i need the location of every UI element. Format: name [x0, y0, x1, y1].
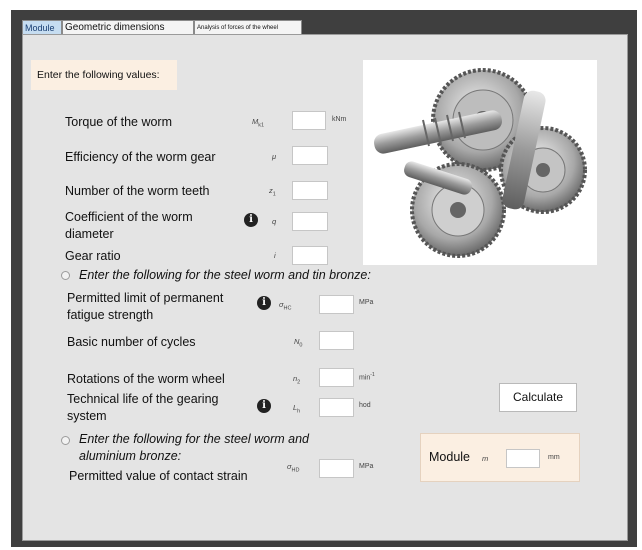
contact-strain-label: Permitted value of contact strain: [69, 469, 248, 483]
life-symbol: Lh: [293, 403, 301, 415]
rotations-input[interactable]: [319, 368, 354, 387]
aluminium-bronze-option-label-line1: Enter the following for the steel worm a…: [79, 432, 309, 446]
calculate-button[interactable]: Calculate: [499, 383, 577, 412]
module-result-output[interactable]: [506, 449, 540, 468]
fatigue-input[interactable]: [319, 295, 354, 314]
rotations-label: Rotations of the worm wheel: [67, 372, 225, 386]
efficiency-label: Efficiency of the worm gear: [65, 150, 216, 164]
efficiency-symbol: μ: [272, 152, 277, 161]
gear-ratio-symbol: i: [274, 251, 276, 260]
module-result-symbol: m: [482, 454, 489, 463]
tab-analysis-of-forces[interactable]: Analysis of forces of the wheel: [194, 20, 302, 34]
gear-ratio-input[interactable]: [292, 246, 328, 265]
module-result-label: Module: [429, 450, 470, 464]
aluminium-bronze-radio[interactable]: [61, 436, 70, 445]
contact-strain-input[interactable]: [319, 459, 354, 478]
module-panel: Enter the following values: Torque of th…: [22, 34, 628, 541]
cycles-symbol: N0: [294, 337, 303, 349]
worm-gear-illustration: [374, 68, 587, 258]
module-result-unit: mm: [548, 454, 560, 461]
tab-module[interactable]: Module: [22, 20, 62, 34]
teeth-symbol: z1: [269, 186, 276, 198]
teeth-label: Number of the worm teeth: [65, 184, 210, 198]
tin-bronze-option-label: Enter the following for the steel worm a…: [79, 268, 371, 282]
fatigue-label: Permitted limit of permanent fatigue str…: [67, 291, 224, 322]
cycles-input[interactable]: [319, 331, 354, 350]
life-label: Technical life of the gearing system: [67, 392, 219, 423]
torque-symbol: Mk1: [252, 117, 265, 129]
coefficient-info-icon[interactable]: i: [244, 213, 258, 227]
life-input[interactable]: [319, 398, 354, 417]
cycles-label: Basic number of cycles: [67, 335, 196, 349]
tab-bar: Module Geometric dimensions Analysis of …: [22, 20, 302, 34]
tab-geometric-dimensions[interactable]: Geometric dimensions: [62, 20, 194, 34]
life-unit: hod: [359, 402, 371, 409]
coefficient-symbol: q: [272, 217, 277, 226]
worm-gear-image: [363, 60, 597, 265]
tin-bronze-radio[interactable]: [61, 271, 70, 280]
module-result-box: Module m mm: [420, 433, 580, 482]
torque-label: Torque of the worm: [65, 115, 172, 129]
aluminium-bronze-option-label-line2: aluminium bronze:: [79, 449, 182, 463]
gear-ratio-label: Gear ratio: [65, 249, 121, 263]
coefficient-label: Coefficient of the worm diameter: [65, 210, 193, 241]
coefficient-input[interactable]: [292, 212, 328, 231]
fatigue-info-icon[interactable]: i: [257, 296, 271, 310]
contact-strain-unit: MPa: [359, 463, 374, 470]
torque-unit: kNm: [332, 116, 347, 123]
efficiency-input[interactable]: [292, 146, 328, 165]
instruction-header: Enter the following values:: [31, 60, 177, 90]
torque-input[interactable]: [292, 111, 326, 130]
fatigue-symbol: σHC: [279, 300, 292, 312]
rotations-symbol: n2: [293, 374, 301, 386]
contact-strain-symbol: σHD: [287, 462, 300, 474]
fatigue-unit: MPa: [359, 299, 374, 306]
teeth-input[interactable]: [292, 181, 328, 200]
rotations-unit: min-1: [359, 372, 375, 382]
life-info-icon[interactable]: i: [257, 399, 271, 413]
